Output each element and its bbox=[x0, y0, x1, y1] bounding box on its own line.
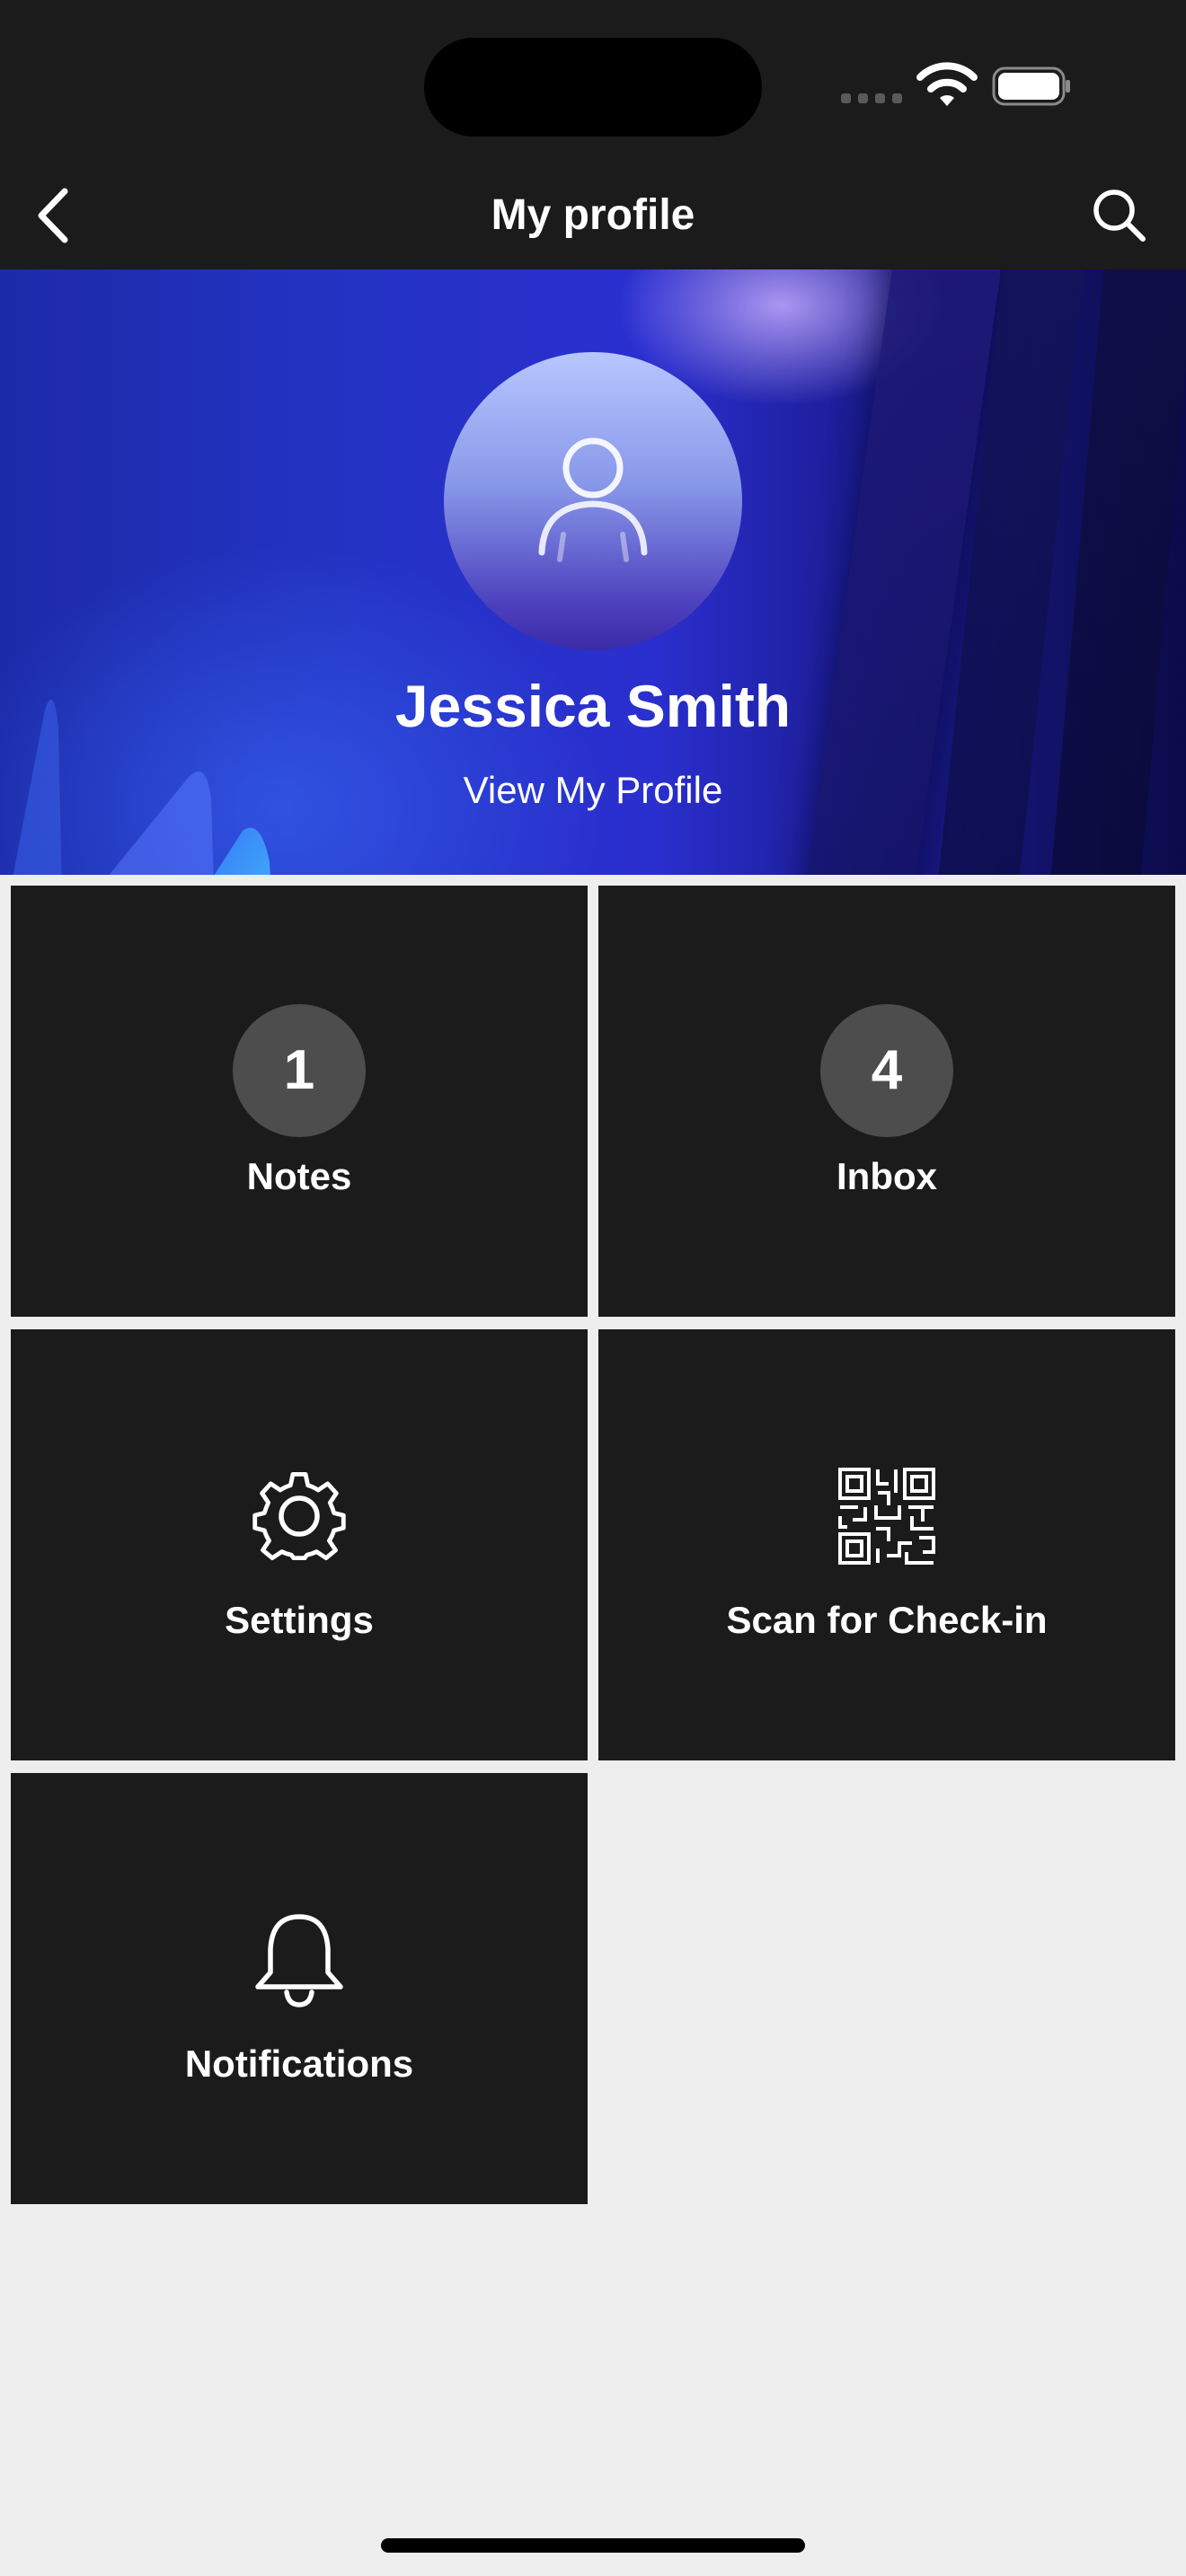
navigation-bar: My profile bbox=[0, 162, 1186, 269]
scan-check-in-label: Scan for Check-in bbox=[726, 1599, 1048, 1641]
scan-check-in-tile[interactable]: Scan for Check-in bbox=[598, 1329, 1175, 1760]
status-bar bbox=[0, 0, 1186, 162]
notifications-label: Notifications bbox=[184, 2042, 414, 2085]
profile-hero: Jessica Smith View My Profile bbox=[0, 269, 1186, 875]
wifi-icon bbox=[916, 62, 978, 106]
profile-name: Jessica Smith bbox=[394, 673, 792, 739]
dynamic-island bbox=[424, 38, 762, 137]
cellular-signal-icon bbox=[841, 93, 904, 106]
battery-icon bbox=[992, 66, 1070, 106]
page-title: My profile bbox=[491, 191, 695, 239]
view-profile-link[interactable]: View My Profile bbox=[0, 769, 1186, 812]
settings-tile[interactable]: Settings bbox=[11, 1329, 588, 1760]
inbox-label: Inbox bbox=[836, 1155, 937, 1197]
notes-label: Notes bbox=[246, 1155, 352, 1197]
inbox-count-badge: 4 bbox=[820, 1004, 953, 1137]
settings-label: Settings bbox=[225, 1599, 374, 1641]
avatar[interactable] bbox=[444, 352, 742, 650]
inbox-tile[interactable]: 4 Inbox bbox=[598, 886, 1175, 1317]
gear-icon bbox=[245, 1462, 353, 1570]
search-icon bbox=[1093, 190, 1146, 242]
qr-code-icon bbox=[833, 1462, 941, 1570]
search-button[interactable] bbox=[1084, 180, 1155, 251]
user-icon bbox=[538, 437, 648, 562]
bell-icon bbox=[245, 1906, 353, 2014]
home-indicator[interactable] bbox=[381, 2538, 805, 2553]
notes-tile[interactable]: 1 Notes bbox=[11, 886, 588, 1317]
notifications-tile[interactable]: Notifications bbox=[11, 1773, 588, 2204]
notes-count-badge: 1 bbox=[233, 1004, 366, 1137]
